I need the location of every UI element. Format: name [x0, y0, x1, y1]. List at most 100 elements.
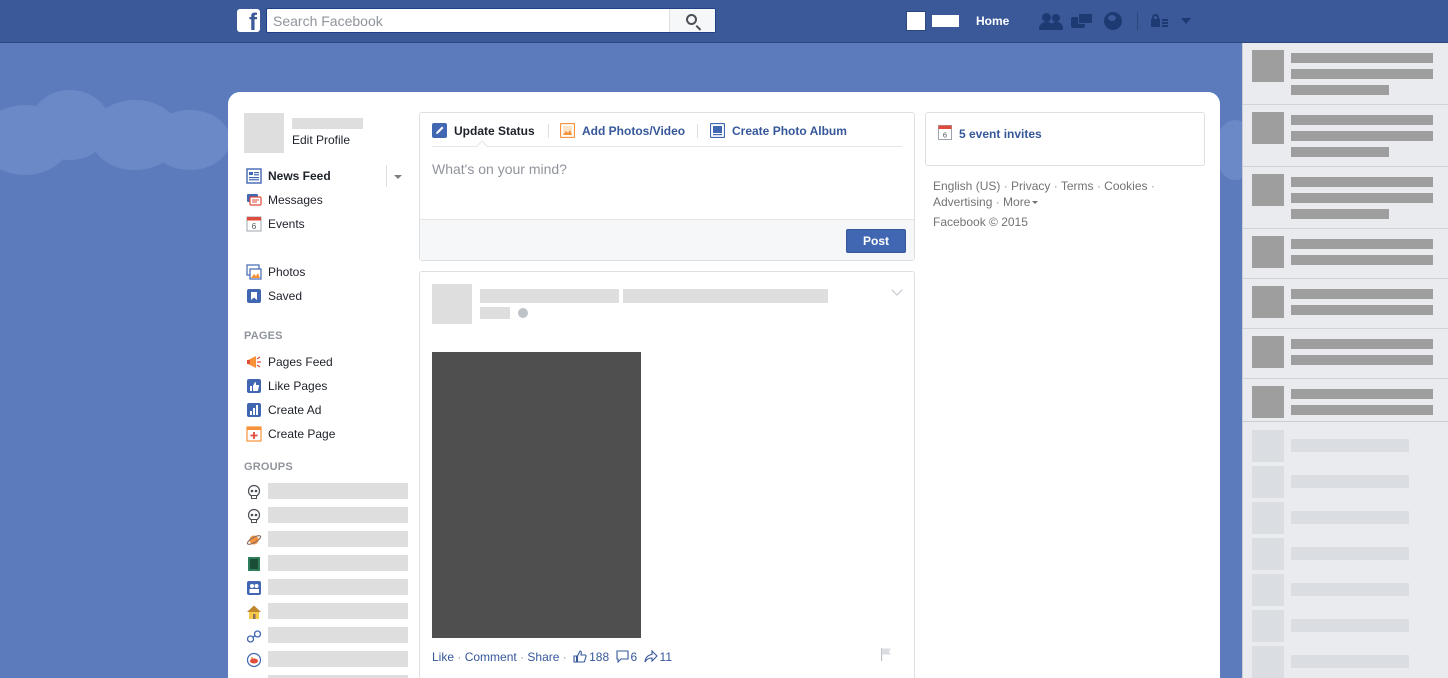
nav-item-news-feed[interactable]: News Feed [244, 166, 414, 186]
profile-name[interactable] [292, 118, 363, 129]
footer-link-terms[interactable]: Terms [1061, 179, 1094, 193]
notifications-globe-icon[interactable] [1103, 11, 1123, 31]
contact-avatar[interactable] [1252, 466, 1284, 498]
separator: · [520, 650, 525, 664]
group-name [268, 627, 408, 643]
contact-name[interactable] [1291, 475, 1409, 488]
tab-label: Add Photos/Video [582, 124, 686, 138]
edit-profile-link[interactable]: Edit Profile [292, 133, 350, 147]
ticker-story[interactable] [1243, 279, 1448, 329]
contact-name[interactable] [1291, 655, 1409, 668]
ticker-story[interactable] [1243, 105, 1448, 167]
news-feed-options-caret-icon[interactable] [394, 175, 402, 179]
group-item[interactable] [244, 554, 414, 574]
skull-icon [247, 484, 261, 499]
footer-link-cookies[interactable]: Cookies [1104, 179, 1147, 193]
contact-avatar[interactable] [1252, 538, 1284, 570]
contact-avatar[interactable] [1252, 430, 1284, 462]
ticker-story[interactable] [1243, 167, 1448, 229]
search-box [266, 8, 716, 33]
group-name [268, 555, 408, 571]
group-item[interactable] [244, 626, 414, 646]
like-link[interactable]: Like [432, 650, 454, 664]
news-feed-icon [246, 168, 262, 184]
messages-nav-icon[interactable] [1071, 11, 1093, 31]
group-item[interactable] [244, 506, 414, 526]
story-author-avatar[interactable] [432, 284, 472, 324]
ticker-story[interactable] [1243, 379, 1448, 421]
ticker-text [1291, 53, 1433, 63]
account-menu-caret-icon[interactable] [1181, 18, 1191, 24]
tab-divider [548, 124, 549, 138]
ticker-story[interactable] [1243, 43, 1448, 105]
ticker-text [1291, 193, 1433, 203]
planet-icon [246, 535, 262, 545]
contact-name[interactable] [1291, 511, 1409, 524]
profile-picture[interactable] [244, 113, 284, 153]
share-link[interactable]: Share [527, 650, 559, 664]
flag-icon[interactable] [879, 647, 893, 661]
footer-link-advertising[interactable]: Advertising [933, 195, 992, 209]
svg-text:6: 6 [252, 222, 257, 231]
footer-link-language[interactable]: English (US) [933, 179, 1000, 193]
tab-divider [697, 124, 698, 138]
photos-icon [246, 264, 262, 280]
search-button[interactable] [669, 9, 715, 32]
story-image[interactable] [432, 352, 641, 638]
home-link[interactable]: Home [976, 14, 1009, 28]
contact-avatar[interactable] [1252, 646, 1284, 678]
privacy-shortcuts-icon[interactable] [1151, 11, 1168, 31]
contact-name[interactable] [1291, 583, 1409, 596]
nav-avatar[interactable] [906, 11, 926, 31]
nav-item-create-ad[interactable]: Create Ad [244, 400, 414, 420]
likes-count[interactable]: 188 [589, 650, 609, 664]
group-item[interactable] [244, 674, 414, 678]
shares-count[interactable]: 11 [660, 650, 672, 664]
ticker-story[interactable] [1243, 329, 1448, 379]
contact-name[interactable] [1291, 619, 1409, 632]
share-icon [643, 650, 658, 663]
group-item[interactable] [244, 530, 414, 550]
nav-item-photos[interactable]: Photos [244, 262, 414, 282]
group-item[interactable] [244, 602, 414, 622]
svg-text:6: 6 [943, 131, 947, 140]
search-input[interactable] [267, 9, 671, 32]
groups-section-heading[interactable]: GROUPS [244, 461, 293, 473]
story-timestamp[interactable] [480, 307, 510, 319]
nav-item-messages[interactable]: Messages [244, 190, 414, 210]
nav-item-create-page[interactable]: Create Page [244, 424, 414, 444]
contact-avatar[interactable] [1252, 502, 1284, 534]
nav-item-saved[interactable]: Saved [244, 286, 414, 306]
friend-requests-icon[interactable] [1039, 11, 1063, 31]
ticker-text [1291, 355, 1433, 365]
saved-icon [247, 289, 261, 303]
story-options-chevron-icon[interactable] [891, 284, 903, 296]
post-button[interactable]: Post [846, 229, 906, 253]
footer-link-privacy[interactable]: Privacy [1011, 179, 1050, 193]
status-input[interactable]: What's on your mind? [432, 161, 567, 177]
ticker-avatar [1252, 112, 1284, 144]
privacy-icon[interactable] [518, 308, 528, 318]
nav-profile-name[interactable] [932, 15, 959, 27]
ticker-avatar [1252, 236, 1284, 268]
footer-link-more[interactable]: More [1003, 195, 1030, 209]
contact-avatar[interactable] [1252, 574, 1284, 606]
group-item[interactable] [244, 482, 414, 502]
contact-name[interactable] [1291, 439, 1409, 452]
active-tab-pointer [476, 140, 488, 152]
facebook-logo[interactable]: f [237, 9, 260, 32]
more-caret-icon[interactable] [1032, 201, 1039, 204]
event-invites-link[interactable]: 5 event invites [959, 127, 1042, 141]
nav-item-pages-feed[interactable]: Pages Feed [244, 352, 414, 372]
contact-avatar[interactable] [1252, 610, 1284, 642]
nav-item-like-pages[interactable]: Like Pages [244, 376, 414, 396]
comment-link[interactable]: Comment [465, 650, 517, 664]
ticker-story[interactable] [1243, 229, 1448, 279]
pages-section-heading[interactable]: PAGES [244, 330, 283, 342]
story-author-name[interactable] [480, 289, 619, 303]
comments-count[interactable]: 6 [631, 650, 638, 664]
contact-name[interactable] [1291, 547, 1409, 560]
nav-item-events[interactable]: 6 Events [244, 214, 414, 234]
group-item[interactable] [244, 650, 414, 670]
group-item[interactable] [244, 578, 414, 598]
